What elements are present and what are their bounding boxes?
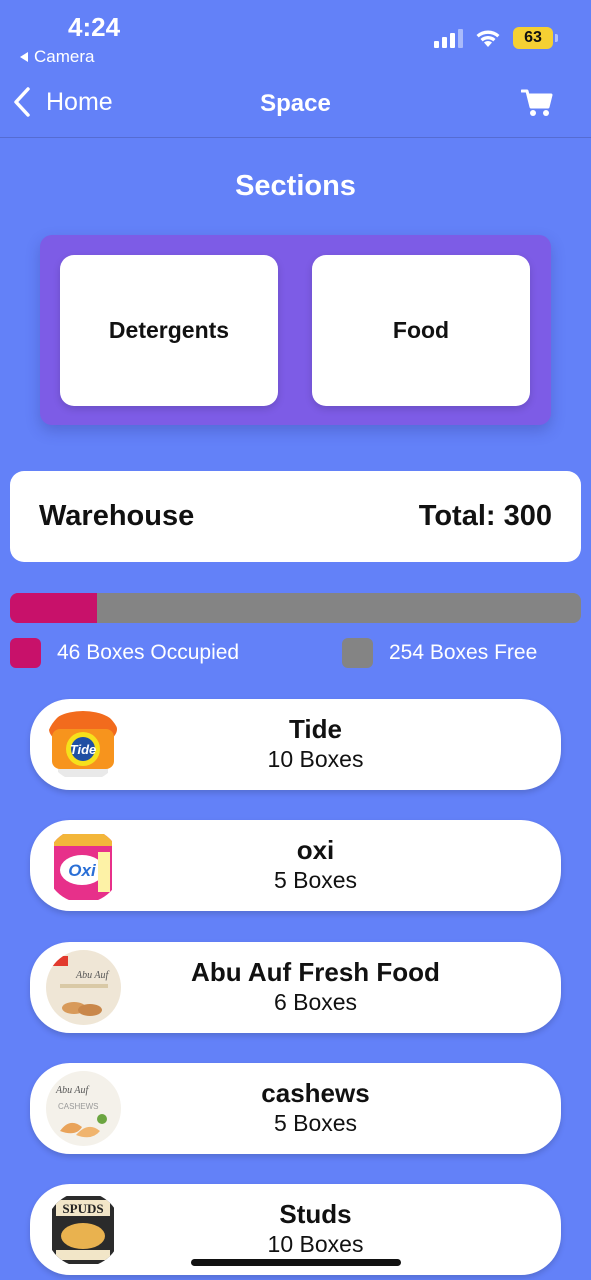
product-quantity: 5 Boxes — [273, 867, 358, 893]
product-name: Studs — [279, 1199, 352, 1229]
spuds-chips-image: SPUDS — [46, 1192, 121, 1267]
product-name: cashews — [261, 1078, 370, 1108]
product-quantity: 5 Boxes — [273, 1110, 358, 1136]
back-app-label: Camera — [34, 47, 95, 66]
product-item-oxi[interactable]: Oxi oxi 5 Boxes — [30, 820, 561, 911]
cart-icon — [520, 89, 553, 116]
product-quantity: 10 Boxes — [267, 746, 364, 772]
legend-free: 254 Boxes Free — [342, 638, 537, 668]
navigation-bar: Home Space — [0, 70, 591, 138]
product-item-abu-auf-fresh-food[interactable]: Abu Auf Abu Auf Fresh Food 6 Boxes — [30, 942, 561, 1033]
free-swatch — [342, 638, 373, 668]
back-triangle-icon — [20, 52, 28, 62]
back-to-app-link[interactable]: Camera — [20, 47, 94, 67]
product-name: Abu Auf Fresh Food — [191, 957, 440, 987]
product-item-tide[interactable]: Tide Tide 10 Boxes — [30, 699, 561, 790]
tide-pods-image: Tide — [46, 707, 121, 782]
product-name: Tide — [289, 714, 342, 744]
warehouse-label: Warehouse — [39, 500, 195, 532]
section-label: Detergents — [108, 317, 230, 343]
app-screen: 4:24 Camera 63 Home Space Sections Deter… — [0, 0, 591, 1280]
battery-icon: 63 — [513, 27, 558, 49]
status-time: 4:24 — [68, 12, 121, 42]
status-icons: 63 — [434, 27, 558, 49]
svg-text:Tide: Tide — [70, 742, 97, 757]
svg-text:Abu Auf: Abu Auf — [55, 1085, 90, 1096]
abu-auf-food-image: Abu Auf — [46, 950, 121, 1025]
product-quantity: 6 Boxes — [273, 989, 358, 1015]
wifi-icon — [476, 30, 500, 47]
capacity-occupied-fill — [10, 593, 98, 623]
sections-heading: Sections — [235, 170, 356, 202]
oxi-detergent-image: Oxi — [46, 828, 121, 903]
cart-button[interactable] — [520, 88, 553, 123]
cashews-image: Abu Auf CASHEWS — [46, 1071, 121, 1146]
section-label: Food — [392, 317, 450, 343]
warehouse-card: Warehouse Total: 300 — [10, 471, 581, 562]
warehouse-total: Total: 300 — [418, 500, 552, 532]
legend-occupied: 46 Boxes Occupied — [10, 638, 239, 668]
svg-text:SPUDS: SPUDS — [62, 1201, 103, 1216]
product-name: oxi — [296, 835, 335, 865]
svg-text:CASHEWS: CASHEWS — [58, 1102, 98, 1111]
signal-icon — [434, 28, 463, 48]
section-card-food[interactable]: Food — [312, 255, 530, 406]
home-indicator[interactable] — [191, 1259, 401, 1266]
product-item-cashews[interactable]: Abu Auf CASHEWS cashews 5 Boxes — [30, 1063, 561, 1154]
occupied-swatch — [10, 638, 41, 668]
sections-panel: Detergents Food — [40, 235, 551, 425]
svg-text:Abu Auf: Abu Auf — [75, 970, 110, 981]
occupied-label: 46 Boxes Occupied — [57, 641, 240, 664]
free-label: 254 Boxes Free — [389, 641, 538, 664]
page-title: Space — [260, 90, 331, 117]
svg-text:Oxi: Oxi — [68, 861, 97, 880]
product-quantity: 10 Boxes — [267, 1231, 364, 1257]
capacity-bar — [10, 593, 581, 623]
section-card-detergents[interactable]: Detergents — [60, 255, 278, 406]
